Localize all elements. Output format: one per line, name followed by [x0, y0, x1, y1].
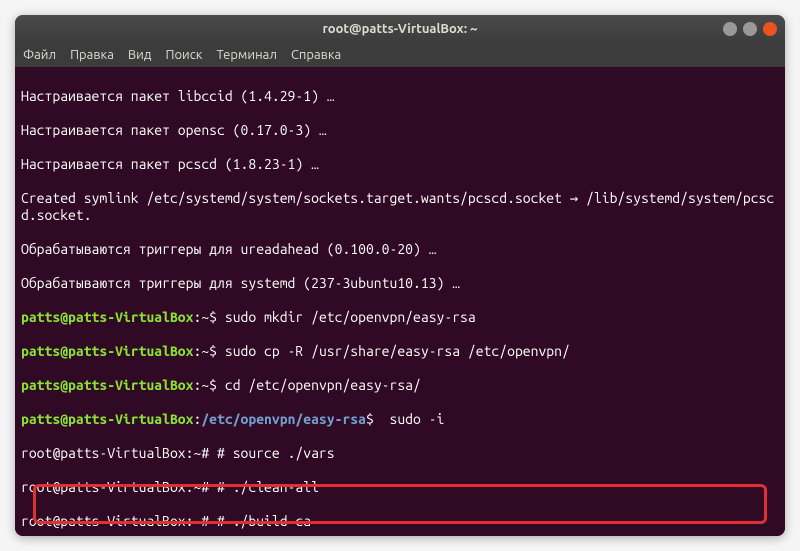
output-line: Обрабатываются триггеры для systemd (237…	[21, 275, 779, 292]
menubar: Файл Правка Вид Поиск Терминал Справка	[15, 43, 785, 67]
prompt-line: patts@patts-VirtualBox:~$ sudo mkdir /et…	[21, 309, 779, 326]
titlebar: root@patts-VirtualBox: ~	[15, 15, 785, 43]
output-line: Обрабатываются триггеры для ureadahead (…	[21, 241, 779, 258]
prompt-line: patts@patts-VirtualBox:/etc/openvpn/easy…	[21, 411, 779, 428]
terminal-window: root@patts-VirtualBox: ~ Файл Правка Вид…	[15, 15, 785, 536]
command: sudo -i	[382, 411, 445, 427]
menu-help[interactable]: Справка	[291, 48, 341, 62]
command: # ./clean-all	[209, 479, 319, 495]
command: sudo cp -R /usr/share/easy-rsa /etc/open…	[225, 343, 570, 359]
output-line: Настраивается пакет opensc (0.17.0-3) …	[21, 122, 779, 139]
terminal-content[interactable]: Настраивается пакет libccid (1.4.29-1) ……	[15, 67, 785, 536]
root-prompt: root@patts-VirtualBox:~#	[21, 479, 209, 495]
menu-terminal[interactable]: Терминал	[216, 48, 276, 62]
menu-view[interactable]: Вид	[128, 48, 152, 62]
root-prompt: root@patts-VirtualBox:~#	[21, 445, 209, 461]
command: # ./build-ca	[209, 513, 311, 529]
prompt-line: patts@patts-VirtualBox:~$ sudo cp -R /us…	[21, 343, 779, 360]
command: cd /etc/openvpn/easy-rsa/	[225, 377, 421, 393]
prompt-line: patts@patts-VirtualBox:~$ cd /etc/openvp…	[21, 377, 779, 394]
root-line: root@patts-VirtualBox:~# # source ./vars	[21, 445, 779, 462]
output-line: Настраивается пакет libccid (1.4.29-1) …	[21, 88, 779, 105]
user-host: patts@patts-VirtualBox	[21, 309, 193, 325]
minimize-icon[interactable]	[723, 22, 737, 36]
window-controls	[723, 22, 777, 36]
command: # source ./vars	[209, 445, 334, 461]
root-line: root@patts-VirtualBox:~# # ./clean-all	[21, 479, 779, 496]
command: sudo mkdir /etc/openvpn/easy-rsa	[225, 309, 476, 325]
menu-edit[interactable]: Правка	[70, 48, 114, 62]
menu-file[interactable]: Файл	[23, 48, 56, 62]
window-title: root@patts-VirtualBox: ~	[323, 22, 478, 36]
maximize-icon[interactable]	[743, 22, 757, 36]
menu-search[interactable]: Поиск	[165, 48, 202, 62]
current-path: /etc/openvpn/easy-rsa	[201, 411, 366, 427]
root-prompt: root@patts-VirtualBox:~#	[21, 513, 209, 529]
close-icon[interactable]	[763, 22, 777, 36]
user-host: patts@patts-VirtualBox	[21, 411, 193, 427]
output-line: Настраивается пакет pcscd (1.8.23-1) …	[21, 156, 779, 173]
root-line: root@patts-VirtualBox:~# # ./build-ca	[21, 513, 779, 530]
user-host: patts@patts-VirtualBox	[21, 377, 193, 393]
user-host: patts@patts-VirtualBox	[21, 343, 193, 359]
output-line: Created symlink /etc/systemd/system/sock…	[21, 190, 779, 224]
